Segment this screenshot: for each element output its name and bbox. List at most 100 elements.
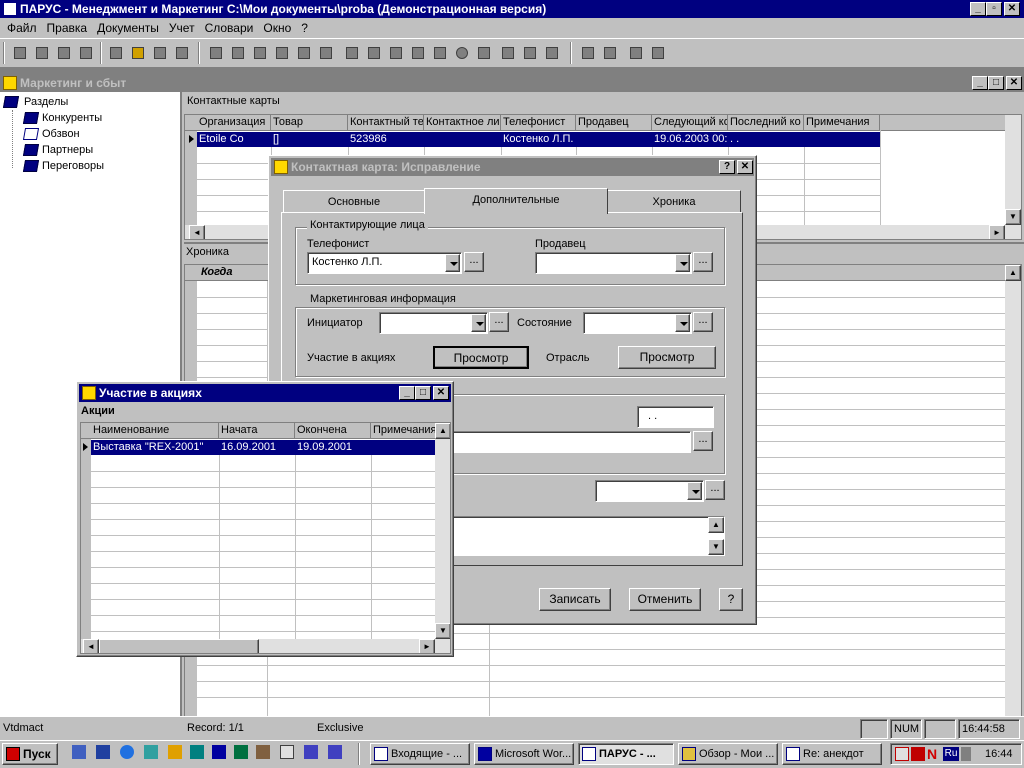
initiator-browse-button[interactable]: ...	[489, 312, 509, 332]
scroll-down-icon[interactable]: ▼	[1005, 209, 1021, 225]
tool-icon-11[interactable]	[430, 43, 450, 63]
calculator-icon[interactable]	[578, 43, 598, 63]
tab-additional[interactable]: Дополнительные	[424, 188, 608, 214]
scroll-thumb[interactable]	[99, 639, 259, 653]
actions-window-icon[interactable]	[82, 386, 96, 400]
menu-help[interactable]: ?	[296, 18, 313, 38]
tool-icon-7[interactable]	[342, 43, 362, 63]
tool-icon-15[interactable]	[542, 43, 562, 63]
excel-icon[interactable]	[234, 745, 248, 759]
quicklaunch-icon-6[interactable]	[256, 745, 270, 759]
tool-icon-2[interactable]	[228, 43, 248, 63]
actions-minimize-button[interactable]: _	[399, 386, 415, 400]
print-icon[interactable]	[150, 43, 170, 63]
text-field[interactable]	[419, 431, 691, 453]
state-browse-button[interactable]: ...	[693, 312, 713, 332]
col-contact-phone[interactable]: Контактный те	[348, 115, 424, 131]
tool-icon-16[interactable]	[600, 43, 620, 63]
menu-dictionaries[interactable]: Словари	[200, 18, 259, 38]
cell-action-name[interactable]: Выставка "REX-2001"	[91, 439, 219, 455]
menu-documents[interactable]: Документы	[92, 18, 164, 38]
tool-icon-10[interactable]	[408, 43, 428, 63]
dialog-help-icon[interactable]: ?	[719, 160, 735, 174]
cell-contact-person[interactable]	[424, 131, 501, 147]
col-last-contact[interactable]: Последний ко	[728, 115, 804, 131]
app-icon[interactable]	[3, 2, 17, 16]
type-combo[interactable]	[595, 480, 704, 502]
mdi-minimize-button[interactable]: _	[972, 76, 988, 90]
copy-doc-icon[interactable]	[32, 43, 52, 63]
norton-icon[interactable]: N	[927, 747, 941, 761]
cell-action-started[interactable]: 16.09.2001	[219, 439, 295, 455]
quicklaunch-icon-2[interactable]	[96, 745, 110, 759]
type-browse-button[interactable]: ...	[705, 480, 725, 500]
actions-maximize-button[interactable]: □	[415, 386, 431, 400]
tool-icon-14[interactable]	[520, 43, 540, 63]
edit-doc-icon[interactable]	[54, 43, 74, 63]
telephonist-browse-button[interactable]: ...	[464, 252, 484, 272]
tool-icon-1[interactable]	[206, 43, 226, 63]
delete-icon[interactable]	[76, 43, 96, 63]
notes-memo[interactable]: ▲ ▼	[419, 516, 725, 556]
col-name[interactable]: Наименование	[91, 423, 219, 439]
cell-seller[interactable]	[576, 131, 652, 147]
col-ended[interactable]: Окончена	[295, 423, 371, 439]
col-started[interactable]: Начата	[219, 423, 295, 439]
mail-notify-icon[interactable]	[895, 747, 909, 761]
chevron-down-icon[interactable]	[445, 254, 460, 272]
col-contact-person[interactable]: Контактное ли	[424, 115, 501, 131]
cell-action-ended[interactable]: 19.09.2001	[295, 439, 371, 455]
col-when[interactable]: Когда	[199, 265, 279, 281]
cell-next-contact[interactable]: 19.06.2003 00:	[652, 131, 728, 147]
tool-icon-17[interactable]	[648, 43, 668, 63]
minimize-button[interactable]: _	[970, 2, 986, 16]
task-explorer[interactable]: Обзор - Мои ...	[678, 743, 778, 765]
text-browse-button[interactable]: ...	[693, 431, 713, 451]
task-word[interactable]: Microsoft Wor...	[474, 743, 574, 765]
word-icon[interactable]	[212, 745, 226, 759]
seller-browse-button[interactable]: ...	[693, 252, 713, 272]
language-indicator[interactable]: Ru	[943, 747, 959, 761]
mdi-maximize-button[interactable]: □	[988, 76, 1004, 90]
date-field[interactable]: . .	[637, 406, 714, 428]
dialog-icon[interactable]	[274, 160, 288, 174]
restore-button[interactable]: ▫	[986, 2, 1002, 16]
dialog-close-icon[interactable]: ✕	[737, 160, 753, 174]
col-notes[interactable]: Примечания	[804, 115, 880, 131]
cell-contact-phone[interactable]: 523986	[348, 131, 424, 147]
tool-icon-9[interactable]	[386, 43, 406, 63]
cell-last-contact[interactable]: . .	[728, 131, 804, 147]
chevron-down-icon[interactable]	[675, 254, 690, 272]
search-icon[interactable]	[128, 43, 148, 63]
scroll-left-icon[interactable]: ◄	[83, 639, 99, 653]
tool-icon-12[interactable]	[474, 43, 494, 63]
volume-icon[interactable]	[961, 747, 971, 761]
quicklaunch-icon-9[interactable]	[328, 745, 342, 759]
tab-chronicle[interactable]: Хроника	[607, 190, 741, 212]
tool-icon-3[interactable]	[250, 43, 270, 63]
tool-icon-13[interactable]	[498, 43, 518, 63]
state-combo[interactable]	[583, 312, 692, 334]
task-mail[interactable]: Re: анекдот	[782, 743, 882, 765]
cell-product[interactable]: []	[271, 131, 348, 147]
col-organization[interactable]: Организация	[197, 115, 271, 131]
close-button[interactable]: ✕	[1004, 2, 1020, 16]
mdi-icon[interactable]	[3, 76, 17, 90]
scroll-up-icon[interactable]: ▲	[708, 517, 724, 533]
scroll-left-icon[interactable]: ◄	[189, 225, 205, 239]
network-icon[interactable]	[911, 747, 925, 761]
cancel-button[interactable]: Отменить	[629, 588, 701, 611]
initiator-combo[interactable]	[379, 312, 488, 334]
col-telephonist[interactable]: Телефонист	[501, 115, 576, 131]
menu-edit[interactable]: Правка	[42, 18, 93, 38]
col-action-notes[interactable]: Примечания	[371, 423, 435, 439]
col-next-contact[interactable]: Следующий ко	[652, 115, 728, 131]
chevron-down-icon[interactable]	[471, 314, 486, 332]
tool-icon-4[interactable]	[272, 43, 292, 63]
folder-icon[interactable]	[626, 43, 646, 63]
cell-action-notes[interactable]	[371, 439, 435, 455]
quicklaunch-icon-8[interactable]	[304, 745, 318, 759]
tool-icon-8[interactable]	[364, 43, 384, 63]
quicklaunch-icon-7[interactable]	[280, 745, 294, 759]
col-seller[interactable]: Продавец	[576, 115, 652, 131]
